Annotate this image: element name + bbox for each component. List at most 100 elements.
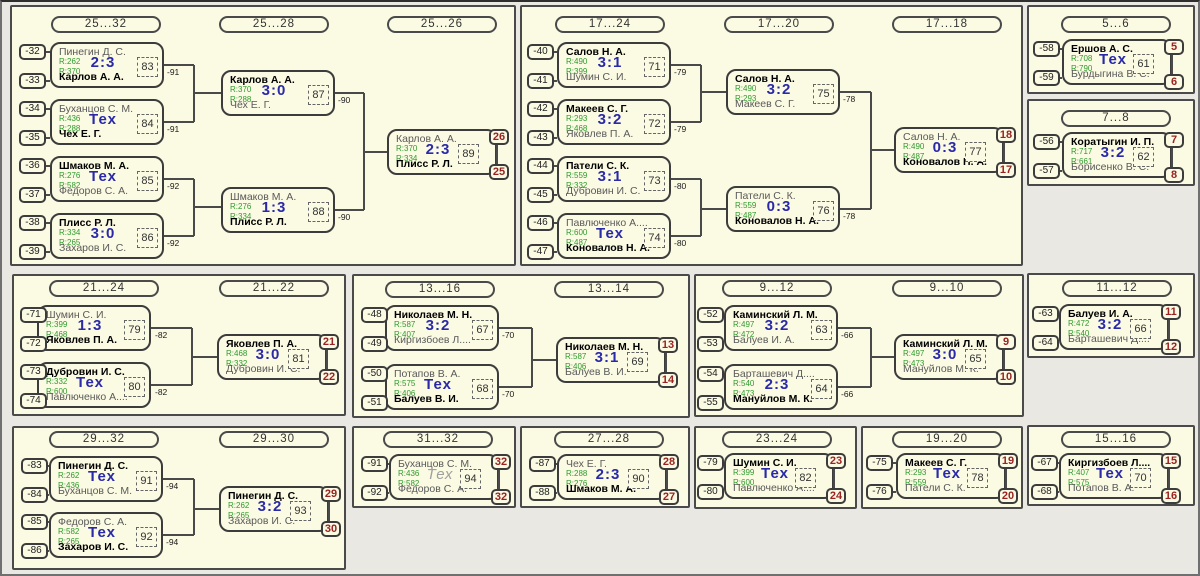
seed-tag-hook — [554, 51, 557, 53]
seed-tag-hook — [388, 463, 389, 465]
place-badge: 19 — [998, 453, 1018, 469]
match-node-92[interactable]: Федоров С. А.R:582R:265Захаров И. С.Тех9… — [49, 512, 163, 558]
match-node-72[interactable]: Макеев С. Г.R:293R:468Яковлев П. А.3:272 — [557, 99, 671, 145]
seed-tag: -73 — [20, 364, 47, 380]
player-rating: R:497 — [903, 349, 924, 358]
player-rating: R:399 — [733, 468, 754, 477]
bracket-panel-17-24: 17...2417...2017...18-79-79-80-80-78-78С… — [520, 5, 1023, 266]
place-badge: 7 — [1164, 132, 1184, 148]
match-number: 78 — [967, 468, 988, 488]
loser-dest-label: -91 — [167, 124, 179, 134]
match-score: 3:2 — [754, 317, 800, 334]
match-node-61[interactable]: Ершов А. С.R:708R:790Бурдыгина В. С.Тех6… — [1062, 39, 1172, 85]
match-score: 3:0 — [924, 346, 966, 363]
match-number: 63 — [811, 320, 832, 340]
match-number: 70 — [1130, 468, 1151, 488]
match-score: 3:1 — [587, 54, 633, 71]
match-number: 93 — [290, 501, 311, 521]
seed-tag: -45 — [527, 187, 554, 203]
match-number: 85 — [137, 171, 158, 191]
match-node-63[interactable]: Каминский Л. М.R:497R:472Балуев И. А.3:2… — [724, 305, 838, 351]
seed-tag: -58 — [1033, 41, 1060, 57]
player-rating: R:276 — [59, 171, 80, 180]
match-node-67[interactable]: Николаев М. Н.R:587R:407Киргизбоев Л....… — [385, 305, 499, 351]
seed-tag-hook — [1058, 462, 1059, 464]
player-rating: R:540 — [733, 379, 754, 388]
bracket-panel-25-32: 25...3225...2825...26-91-91-92-92-90-90П… — [10, 5, 516, 266]
bracket-header: 23...24 — [722, 431, 832, 448]
match-node-91[interactable]: Пинегин Д. С.R:262R:436Буханцов С. М.Тех… — [49, 456, 163, 502]
player-rating: R:293 — [566, 114, 587, 123]
place-badge: 29 — [321, 486, 341, 502]
match-score: Тех — [79, 524, 125, 541]
seed-tag-hook — [556, 492, 557, 494]
bracket-header: 15...16 — [1061, 431, 1171, 448]
place-badge: 26 — [489, 129, 509, 145]
match-node-84[interactable]: Буханцов С. М.R:436R:288Чех Е. Г.Тех84 — [50, 99, 164, 145]
match-score: 3:2 — [1092, 144, 1134, 161]
bracket-header: 17...24 — [555, 16, 665, 33]
match-node-74[interactable]: Павлюченко А....R:600R:487Коновалов Н. А… — [557, 213, 671, 259]
match-node-87[interactable]: Карлов А. А.R:370R:288Чех Е. Г.3:087 — [221, 70, 335, 116]
match-number: 71 — [644, 57, 665, 77]
match-node-77[interactable]: Салов Н. А.R:490R:487Коновалов Н. А.0:37… — [894, 127, 1004, 173]
match-node-80[interactable]: Дубровин И. С.R:332R:600Павлюченко А....… — [37, 362, 151, 408]
match-node-86[interactable]: Плисс Р. Л.R:334R:265Захаров И. С.3:086 — [50, 213, 164, 259]
seed-tag-hook — [46, 222, 50, 224]
seed-tag: -32 — [19, 44, 46, 60]
loser-dest-label: -78 — [843, 211, 855, 221]
player-rating: R:370 — [230, 85, 251, 94]
match-node-66[interactable]: Балуев И. А.R:472R:540Барташевич Д....3:… — [1059, 304, 1169, 350]
match-node-70[interactable]: Киргизбоев Л....R:407R:575Потапов В. А.Т… — [1059, 453, 1169, 499]
match-node-83[interactable]: Пинегин Д. С.R:262R:370Карлов А. А.2:383 — [50, 42, 164, 88]
match-node-94[interactable]: Буханцов С. М.R:436R:582Федоров С. А.Тех… — [389, 454, 499, 500]
match-number: 64 — [811, 379, 832, 399]
match-node-90[interactable]: Чех Е. Г.R:288R:276Шмаков М. А.2:3902827 — [557, 454, 667, 500]
match-number: 81 — [288, 349, 309, 369]
bracket-panel-13-16: 13...1613...14-70-70Николаев М. Н.R:587R… — [352, 274, 690, 418]
match-node-78[interactable]: Макеев С. Г.R:293R:559Патели С. К.Тех781… — [896, 453, 1006, 499]
match-number: 66 — [1130, 319, 1151, 339]
match-node-82[interactable]: Шумин С. И.R:399R:600Павлюченко А....Тех… — [724, 453, 834, 499]
match-node-71[interactable]: Салов Н. А.R:490R:399Шумин С. И.3:171 — [557, 42, 671, 88]
seed-tag: -54 — [697, 366, 724, 382]
match-node-65[interactable]: Каминский Л. М.R:497R:473Мануйлов М. К.3… — [894, 334, 1004, 380]
match-node-75[interactable]: Салов Н. А.R:490R:293Макеев С. Г.3:275 — [726, 69, 840, 115]
match-node-76[interactable]: Патели С. К.R:559R:487Коновалов Н. А.0:3… — [726, 186, 840, 232]
loser-dest-label: -92 — [167, 181, 179, 191]
player-rating: R:559 — [735, 201, 756, 210]
seed-tag-hook — [48, 521, 49, 523]
seed-tag: -48 — [361, 307, 388, 323]
match-node-79[interactable]: Шумин С. И.R:399R:468Яковлев П. А.1:379 — [37, 305, 151, 351]
seed-tag: -88 — [529, 485, 556, 501]
seed-tag-hook — [46, 137, 50, 139]
match-number: 90 — [628, 469, 649, 489]
bracket-header: 13...16 — [385, 281, 495, 298]
match-score: 2:3 — [80, 54, 126, 71]
match-score: Тех — [80, 111, 126, 128]
match-node-88[interactable]: Шмаков М. А.R:276R:334Плисс Р. Л.1:388 — [221, 187, 335, 233]
match-node-73[interactable]: Патели С. К.R:559R:332Дубровин И. С.3:17… — [557, 156, 671, 202]
loser-dest-label: -79 — [674, 67, 686, 77]
match-node-68[interactable]: Потапов В. А.R:575R:406Балуев В. И.Тех68 — [385, 364, 499, 410]
player-rating: R:717 — [1071, 147, 1092, 156]
match-node-85[interactable]: Шмаков М. А.R:276R:582Федоров С. А.Тех85 — [50, 156, 164, 202]
match-node-69[interactable]: Николаев М. Н.R:587R:406Балуев В. И.3:16… — [556, 337, 666, 383]
match-node-62[interactable]: Коратыгин И. П.R:717R:661Борисенко В. С.… — [1062, 132, 1172, 178]
seed-tag-hook — [556, 463, 557, 465]
match-node-64[interactable]: Барташевич Д....R:540R:473Мануйлов М. К.… — [724, 364, 838, 410]
seed-tag-hook — [48, 465, 49, 467]
bracket-panel-29-32: 29...3229...30-94-94Пинегин Д. С.R:262R:… — [12, 426, 346, 570]
match-node-89[interactable]: Карлов А. А.R:370R:334Плисс Р. Л.2:38926… — [387, 129, 497, 175]
loser-dest-label: -90 — [338, 212, 350, 222]
seed-tag: -74 — [20, 393, 47, 409]
seed-tag: -80 — [697, 484, 724, 500]
match-score: Тех — [419, 466, 461, 483]
seed-tag: -53 — [697, 336, 724, 352]
seed-tag: -49 — [361, 336, 388, 352]
match-node-81[interactable]: Яковлев П. А.R:468R:332Дубровин И. С.3:0… — [217, 334, 327, 380]
match-node-93[interactable]: Пинегин Д. С.R:262R:265Захаров И. С.3:29… — [219, 486, 329, 532]
player-rating: R:262 — [228, 501, 249, 510]
seed-tag: -39 — [19, 244, 46, 260]
place-badge: 12 — [1161, 339, 1181, 355]
